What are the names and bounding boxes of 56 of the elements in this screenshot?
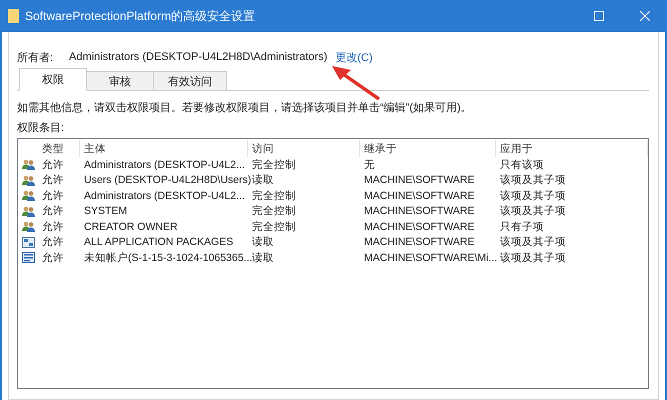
user-group-icon [22, 206, 34, 217]
table-cell-text: 允许 [41, 220, 65, 234]
table-cell-text: ALL APPLICATION PACKAGES [83, 236, 234, 248]
table-cell-text: 该项及其子项 [499, 235, 567, 250]
close-icon [640, 11, 650, 21]
table-cell-text: 完全控制 [251, 158, 297, 172]
table-cell-text: 该项及其子项 [499, 188, 567, 203]
account-icon [22, 252, 34, 264]
owner-value: Administrators (DESKTOP-U4L2H8D\Administrators) [69, 51, 328, 63]
user-group-icon [22, 159, 34, 170]
tab[interactable]: 审核 [87, 71, 154, 90]
table-cell-text: 只有子项 [499, 220, 545, 234]
table-cell-text: CREATOR OWNER [83, 220, 179, 233]
info-text: 如需其他信息，请双击权限项目。若要修改权限项目，请选择该项目并单击“编辑”(如果可用)。 [17, 100, 473, 115]
column-header[interactable]: 访问 [248, 140, 360, 157]
table-cell-text: Administrators (DESKTOP-U4L2... [83, 158, 246, 171]
column-header[interactable]: 应用于 [496, 140, 648, 157]
table-cell-text: 允许 [41, 235, 65, 250]
user-group-icon [22, 174, 34, 186]
user-group-icon [22, 190, 34, 202]
table-cell-text: 该项及其子项 [499, 173, 567, 188]
table-cell-text: SYSTEM [83, 205, 128, 218]
arrow-annotation [332, 66, 380, 100]
table-cell-text: 允许 [41, 158, 65, 172]
table-cell-text: MACHINE\SOFTWARE [363, 190, 476, 202]
folder-icon [8, 9, 19, 23]
table-cell-text: 完全控制 [251, 188, 297, 203]
list-label: 权限条目: [17, 121, 66, 135]
maximize-icon [594, 11, 604, 21]
table-cell-text: 允许 [41, 250, 65, 265]
table-cell-text: 允许 [41, 173, 65, 188]
table-cell-text: 允许 [41, 188, 65, 203]
package-icon [22, 236, 34, 248]
table-cell-text: 允许 [41, 204, 65, 218]
table-cell-text: MACHINE\SOFTWARE [363, 205, 476, 218]
table-cell-text: 只有该项 [499, 158, 545, 172]
tab[interactable]: 权限 [19, 68, 87, 91]
table-cell-text: MACHINE\SOFTWARE [363, 220, 476, 233]
table-cell-text: 完全控制 [251, 220, 297, 234]
column-header[interactable]: 主体 [80, 140, 248, 157]
window-title: SoftwareProtectionPlatform的高级安全设置 [25, 8, 256, 24]
table-cell-text: 读取 [251, 235, 275, 250]
table-cell-text: MACHINE\SOFTWARE [363, 174, 476, 186]
table-cell-text: MACHINE\SOFTWARE [363, 236, 476, 248]
table-cell-text: Administrators (DESKTOP-U4L2... [83, 190, 246, 202]
table-cell-text: 该项及其子项 [499, 204, 567, 218]
user-group-icon [22, 221, 34, 232]
column-header[interactable]: 继承于 [360, 140, 496, 157]
table-cell-text: 无 [363, 158, 376, 172]
table-cell-text: 完全控制 [251, 204, 297, 218]
tab[interactable]: 有效访问 [154, 71, 227, 90]
table-cell-text: MACHINE\SOFTWARE\Mi... [363, 252, 496, 264]
owner-label: 所有者: [17, 50, 54, 64]
table-cell-text: 该项及其子项 [499, 250, 567, 265]
column-header[interactable]: 类型 [38, 140, 80, 157]
change-link[interactable]: 更改(C) [335, 50, 373, 64]
